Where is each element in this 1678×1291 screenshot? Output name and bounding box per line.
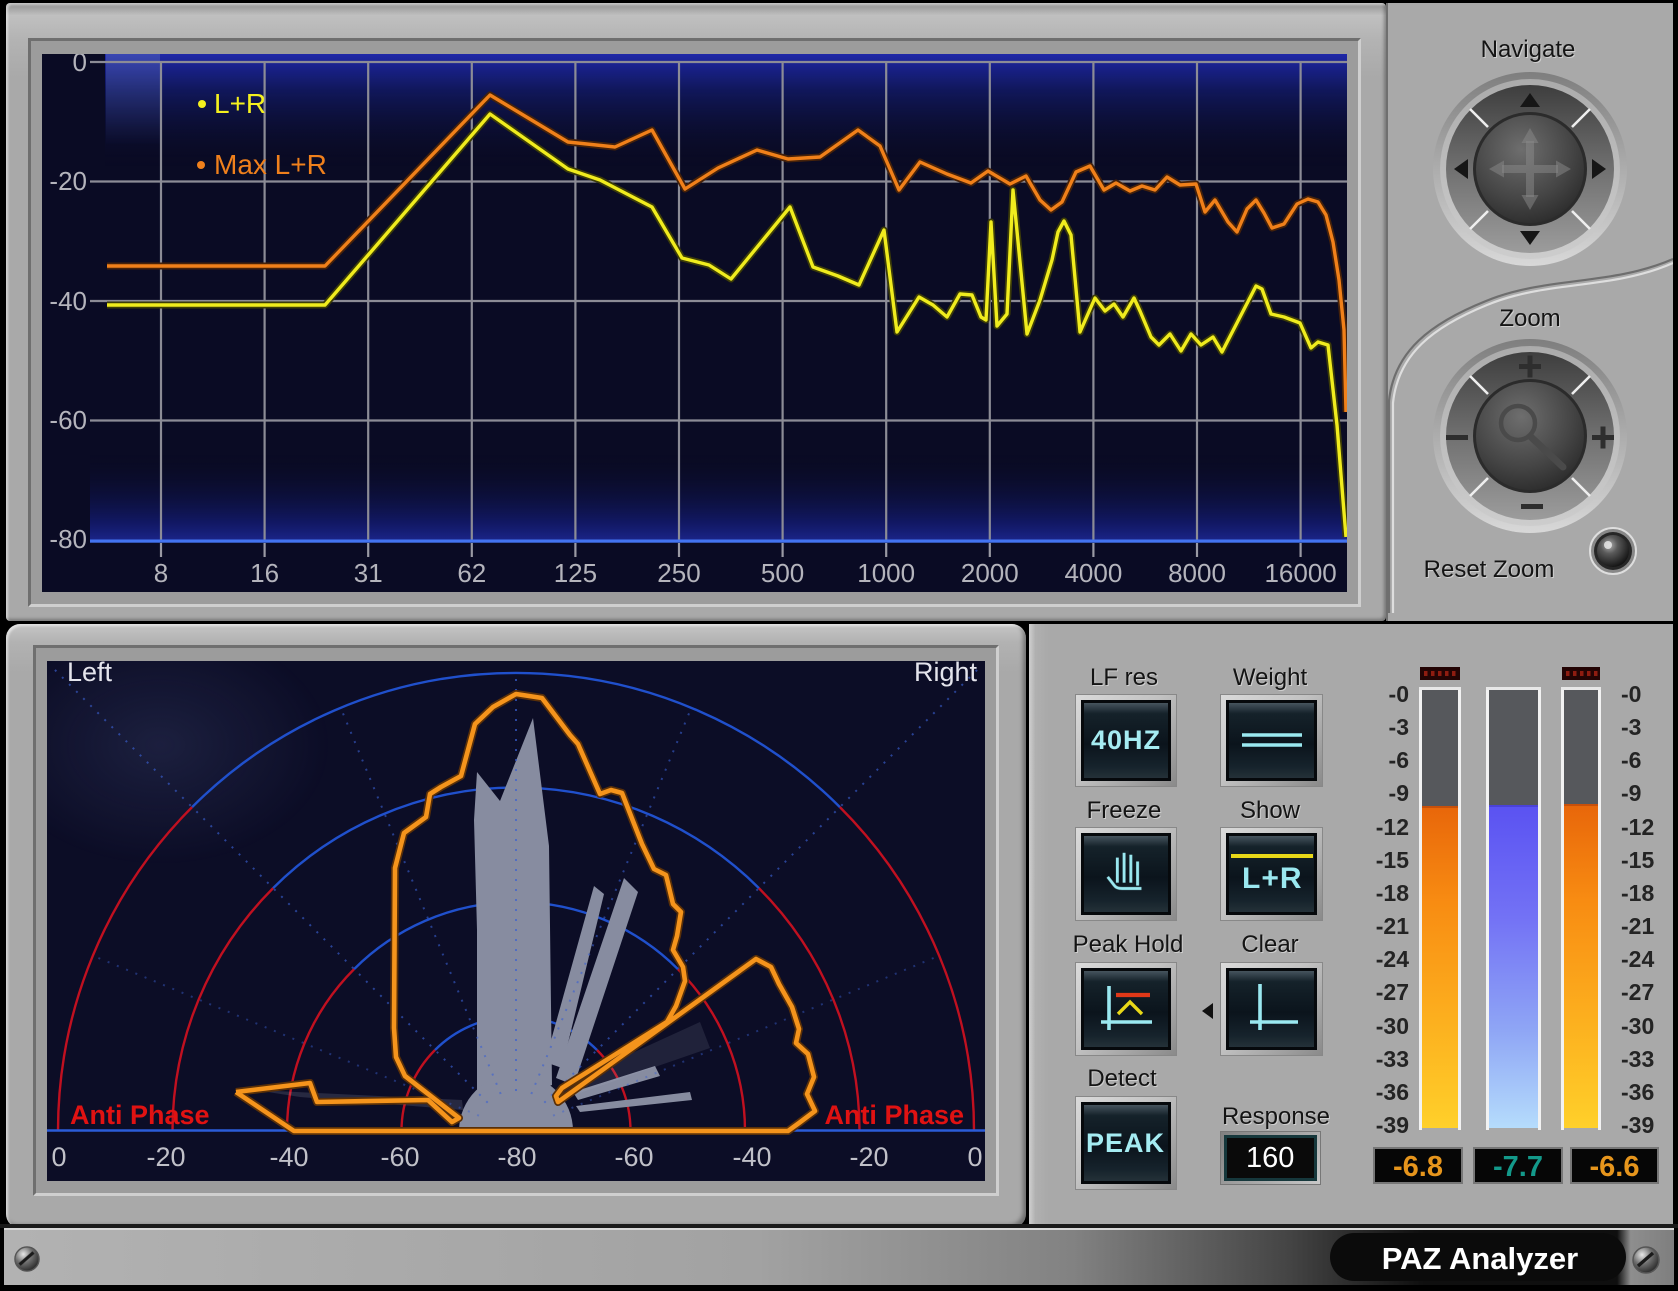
svg-text:-20: -20	[49, 166, 87, 196]
svg-text:-20: -20	[849, 1142, 888, 1172]
svg-text:-6: -6	[1389, 747, 1409, 773]
svg-text:-7.7: -7.7	[1493, 1151, 1543, 1183]
svg-text:0: 0	[73, 54, 87, 77]
svg-text:-6: -6	[1621, 747, 1641, 773]
svg-text:-24: -24	[1621, 946, 1654, 972]
svg-text:-6.8: -6.8	[1393, 1151, 1443, 1183]
svg-text:-9: -9	[1621, 780, 1641, 806]
svg-text:-21: -21	[1621, 913, 1654, 939]
svg-text:-39: -39	[1376, 1112, 1409, 1138]
svg-text:2000: 2000	[961, 558, 1019, 588]
svg-text:-36: -36	[1376, 1079, 1409, 1105]
svg-text:-40: -40	[269, 1142, 308, 1172]
svg-text:8: 8	[154, 558, 168, 588]
svg-text:0: 0	[967, 1142, 982, 1172]
svg-text:Anti Phase: Anti Phase	[824, 1100, 964, 1130]
svg-text:Left: Left	[67, 661, 113, 687]
svg-text:62: 62	[457, 558, 486, 588]
svg-text:-12: -12	[1621, 814, 1654, 840]
svg-text:-40: -40	[732, 1142, 771, 1172]
svg-text:250: 250	[657, 558, 700, 588]
svg-text:31: 31	[354, 558, 383, 588]
svg-text:-27: -27	[1621, 979, 1654, 1005]
svg-text:-27: -27	[1376, 979, 1409, 1005]
svg-text:125: 125	[554, 558, 597, 588]
svg-text:Right: Right	[914, 661, 978, 687]
svg-text:-21: -21	[1376, 913, 1409, 939]
svg-text:16000: 16000	[1264, 558, 1336, 588]
svg-text:-15: -15	[1376, 847, 1409, 873]
svg-text:-39: -39	[1621, 1112, 1654, 1138]
svg-text:-0: -0	[1389, 681, 1409, 707]
svg-text:-60: -60	[614, 1142, 653, 1172]
svg-text:8000: 8000	[1168, 558, 1226, 588]
svg-text:Anti Phase: Anti Phase	[70, 1100, 210, 1130]
svg-text:-30: -30	[1621, 1013, 1654, 1039]
svg-text:-40: -40	[49, 286, 87, 316]
svg-text:-24: -24	[1376, 946, 1409, 972]
svg-text:-80: -80	[49, 524, 87, 554]
svg-text:-3: -3	[1621, 714, 1641, 740]
svg-text:-18: -18	[1376, 880, 1409, 906]
svg-text:-30: -30	[1376, 1013, 1409, 1039]
svg-text:-33: -33	[1376, 1046, 1409, 1072]
svg-text:L+R: L+R	[214, 88, 266, 119]
svg-text:-3: -3	[1389, 714, 1409, 740]
svg-text:-20: -20	[146, 1142, 185, 1172]
svg-text:4000: 4000	[1064, 558, 1122, 588]
svg-text:500: 500	[761, 558, 804, 588]
svg-text:-6.6: -6.6	[1590, 1151, 1640, 1183]
svg-text:-36: -36	[1621, 1079, 1654, 1105]
svg-text:-0: -0	[1621, 681, 1641, 707]
svg-text:0: 0	[51, 1142, 66, 1172]
svg-text:-9: -9	[1389, 780, 1409, 806]
svg-text:-18: -18	[1621, 880, 1654, 906]
svg-text:-60: -60	[49, 405, 87, 435]
svg-text:16: 16	[250, 558, 279, 588]
svg-text:-80: -80	[497, 1142, 536, 1172]
svg-text:-12: -12	[1376, 814, 1409, 840]
svg-text:-15: -15	[1621, 847, 1654, 873]
svg-text:-33: -33	[1621, 1046, 1654, 1072]
svg-text:-60: -60	[380, 1142, 419, 1172]
svg-text:Max L+R: Max L+R	[214, 149, 327, 180]
svg-text:1000: 1000	[857, 558, 915, 588]
